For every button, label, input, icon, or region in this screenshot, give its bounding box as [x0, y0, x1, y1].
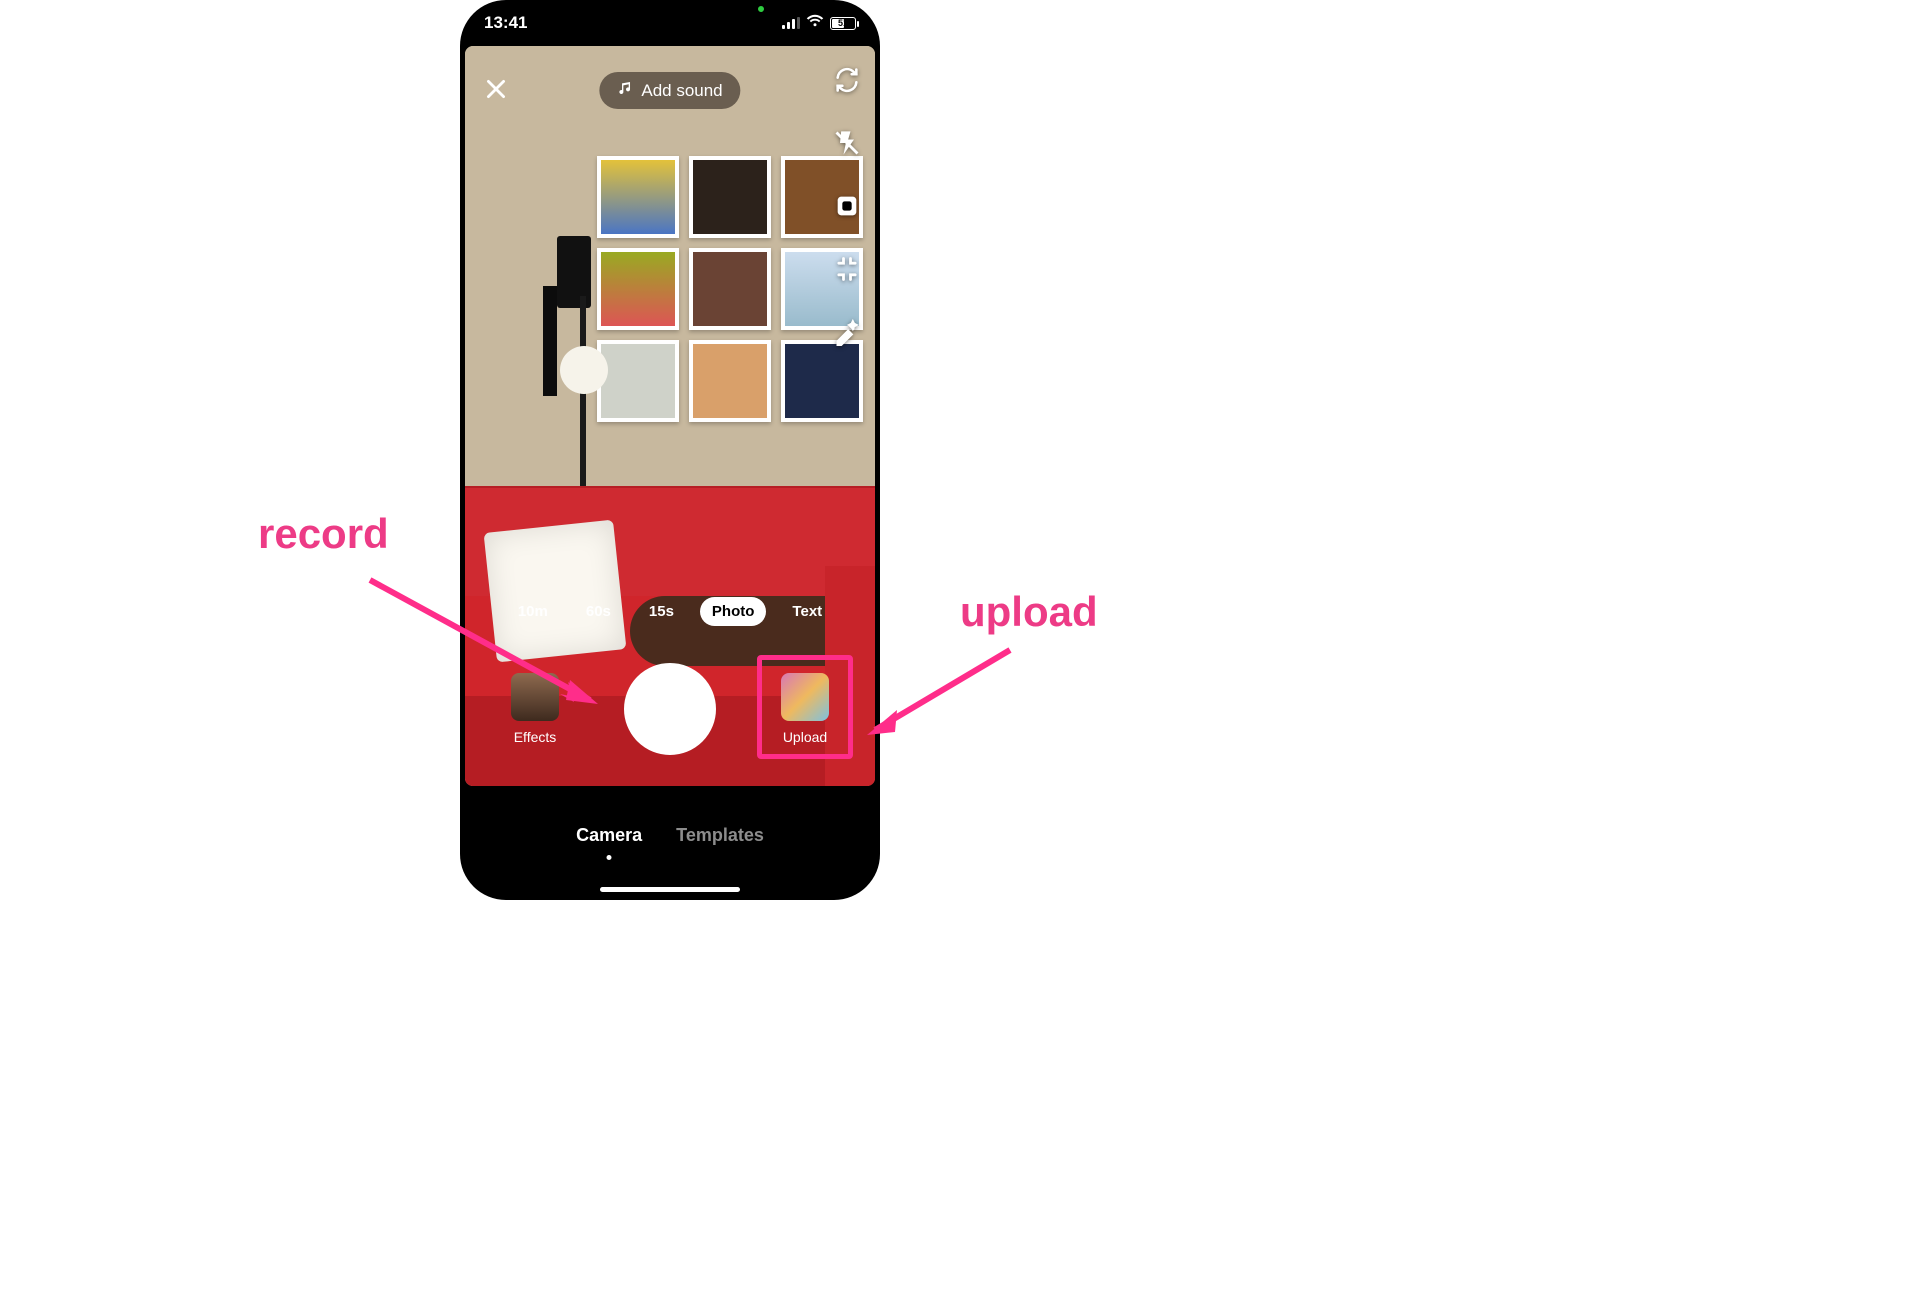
frames-button[interactable]	[833, 192, 861, 225]
wifi-icon	[806, 13, 824, 33]
close-button[interactable]	[483, 76, 509, 107]
phone-frame: 13:41 51	[460, 0, 880, 900]
music-note-icon	[617, 80, 633, 101]
camera-indicator-dot	[758, 6, 764, 12]
annotation-record-label: record	[258, 510, 389, 558]
upload-label: Upload	[783, 729, 827, 745]
battery-percent: 51	[838, 18, 848, 28]
annotation-upload-label: upload	[960, 588, 1098, 636]
duration-15s[interactable]: 15s	[637, 597, 686, 626]
add-sound-button[interactable]: Add sound	[599, 72, 740, 109]
status-bar: 13:41 51	[460, 0, 880, 46]
flip-camera-button[interactable]	[833, 66, 861, 99]
add-sound-label: Add sound	[641, 81, 722, 101]
tab-templates[interactable]: Templates	[676, 825, 764, 846]
annotation-upload-arrow	[855, 640, 1025, 755]
battery-icon: 51	[830, 17, 856, 30]
status-time: 13:41	[484, 13, 527, 33]
collapse-button[interactable]	[833, 255, 861, 288]
upload-button[interactable]: Upload	[781, 673, 829, 745]
upload-thumbnail	[781, 673, 829, 721]
tab-camera[interactable]: Camera	[576, 825, 642, 846]
annotation-record-arrow	[360, 570, 620, 725]
duration-text[interactable]: Text	[780, 597, 834, 626]
record-button[interactable]	[627, 666, 713, 752]
mode-tabs[interactable]: Camera Templates	[460, 800, 880, 870]
flash-button[interactable]	[833, 129, 861, 162]
cellular-signal-icon	[782, 17, 800, 29]
home-indicator[interactable]	[600, 887, 740, 892]
duration-photo[interactable]: Photo	[700, 597, 767, 626]
effects-label: Effects	[514, 729, 557, 745]
beauty-filters-button[interactable]	[833, 318, 861, 351]
